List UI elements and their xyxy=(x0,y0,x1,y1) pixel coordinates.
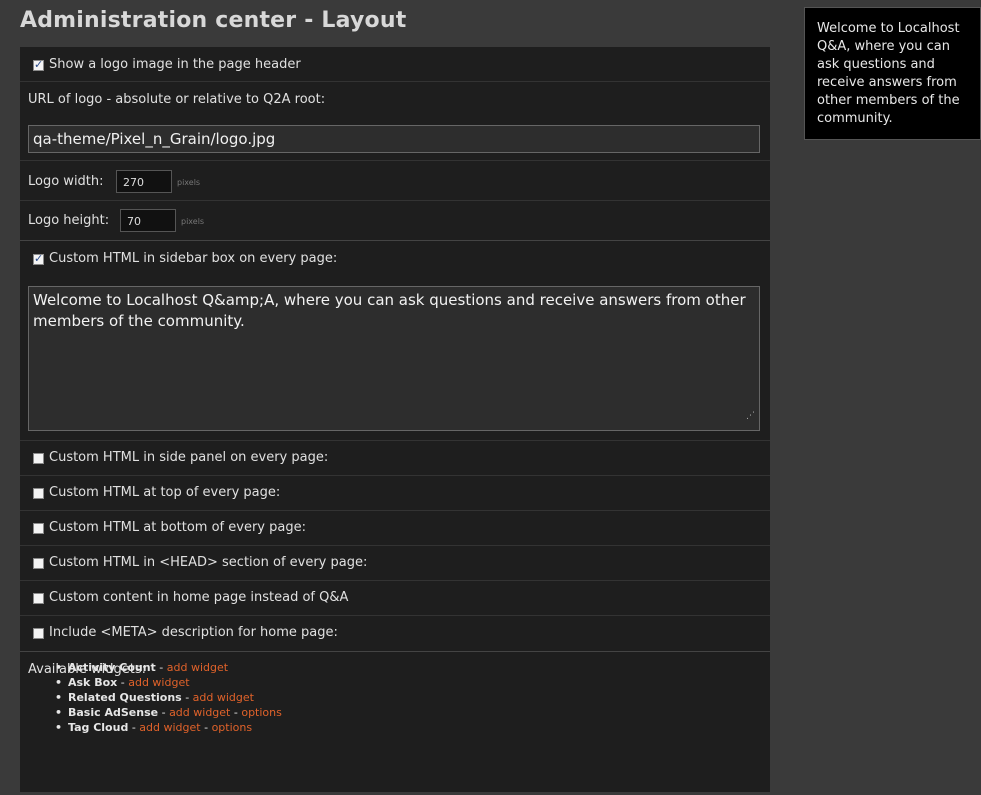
home-content-checkbox[interactable] xyxy=(33,593,44,604)
widget-separator: - xyxy=(158,706,170,719)
show-logo-label: Show a logo image in the page header xyxy=(49,57,301,72)
widget-name: Tag Cloud xyxy=(68,721,129,734)
meta-description-row: Include <META> description for home page… xyxy=(20,616,770,652)
logo-url-row: URL of logo - absolute or relative to Q2… xyxy=(20,82,770,161)
top-html-row: Custom HTML at top of every page: xyxy=(20,476,770,511)
meta-description-checkbox[interactable] xyxy=(33,628,44,639)
add-widget-link[interactable]: add widget xyxy=(169,706,230,719)
widget-options-link[interactable]: options xyxy=(241,706,282,719)
top-html-checkbox[interactable] xyxy=(33,488,44,499)
logo-width-label: Logo width: xyxy=(28,174,104,189)
widget-item: Basic AdSense - add widget - options xyxy=(55,705,282,720)
sidebar-html-value: Welcome to Localhost Q&amp;A, where you … xyxy=(33,291,746,330)
add-widget-link[interactable]: add widget xyxy=(139,721,200,734)
widget-separator: - xyxy=(128,721,140,734)
page-title: Administration center - Layout xyxy=(20,8,407,33)
meta-description-label: Include <META> description for home page… xyxy=(49,625,338,640)
side-panel-html-row: Custom HTML in side panel on every page: xyxy=(20,441,770,476)
widget-item: Activity Count - add widget xyxy=(55,660,282,675)
widget-separator: - xyxy=(181,691,193,704)
widget-options-link[interactable]: options xyxy=(212,721,253,734)
side-panel-html-checkbox[interactable] xyxy=(33,453,44,464)
add-widget-link[interactable]: add widget xyxy=(193,691,254,704)
sidebar-html-checkbox[interactable] xyxy=(33,252,44,265)
top-html-label: Custom HTML at top of every page: xyxy=(49,485,281,500)
resize-grip-icon[interactable]: ⋰ xyxy=(746,406,755,427)
bottom-html-label: Custom HTML at bottom of every page: xyxy=(49,520,306,535)
home-content-label: Custom content in home page instead of Q… xyxy=(49,590,349,605)
logo-height-unit: pixels xyxy=(181,217,205,226)
add-widget-link[interactable]: add widget xyxy=(128,676,189,689)
logo-height-label: Logo height: xyxy=(28,213,110,228)
bottom-html-row: Custom HTML at bottom of every page: xyxy=(20,511,770,546)
logo-height-input[interactable]: 70 xyxy=(120,209,176,232)
logo-url-label: URL of logo - absolute or relative to Q2… xyxy=(28,92,326,107)
sidebar-html-row: Custom HTML in sidebar box on every page… xyxy=(20,241,770,441)
widget-name: Basic AdSense xyxy=(68,706,159,719)
logo-width-unit: pixels xyxy=(177,178,201,187)
widget-name: Related Questions xyxy=(68,691,182,704)
widget-separator: - xyxy=(117,676,129,689)
widget-name: Ask Box xyxy=(68,676,118,689)
widget-item: Related Questions - add widget xyxy=(55,690,282,705)
sidebar-html-textarea[interactable]: Welcome to Localhost Q&amp;A, where you … xyxy=(28,286,760,431)
bottom-html-checkbox[interactable] xyxy=(33,523,44,534)
home-content-row: Custom content in home page instead of Q… xyxy=(20,581,770,616)
head-html-row: Custom HTML in <HEAD> section of every p… xyxy=(20,546,770,581)
show-logo-row: Show a logo image in the page header xyxy=(20,47,770,82)
side-panel-html-label: Custom HTML in side panel on every page: xyxy=(49,450,329,465)
add-widget-link[interactable]: add widget xyxy=(167,661,228,674)
sidebar-box-text: Welcome to Localhost Q&A, where you can … xyxy=(817,21,960,126)
widget-name: Activity Count xyxy=(68,661,156,674)
logo-width-input[interactable]: 270 xyxy=(116,170,172,193)
widget-separator: - xyxy=(230,706,242,719)
widget-item: Ask Box - add widget xyxy=(55,675,282,690)
logo-width-row: Logo width: 270 pixels xyxy=(20,161,770,201)
widgets-list: Activity Count - add widget Ask Box - ad… xyxy=(55,660,282,735)
widget-separator: - xyxy=(200,721,212,734)
logo-url-input[interactable]: qa-theme/Pixel_n_Grain/logo.jpg xyxy=(28,125,760,153)
logo-height-row: Logo height: 70 pixels xyxy=(20,201,770,241)
widget-separator: - xyxy=(155,661,167,674)
head-html-checkbox[interactable] xyxy=(33,558,44,569)
head-html-label: Custom HTML in <HEAD> section of every p… xyxy=(49,555,368,570)
show-logo-checkbox[interactable] xyxy=(33,58,44,71)
sidebar-html-label: Custom HTML in sidebar box on every page… xyxy=(49,251,338,266)
sidebar-box: Welcome to Localhost Q&A, where you can … xyxy=(804,7,981,140)
widget-item: Tag Cloud - add widget - options xyxy=(55,720,282,735)
